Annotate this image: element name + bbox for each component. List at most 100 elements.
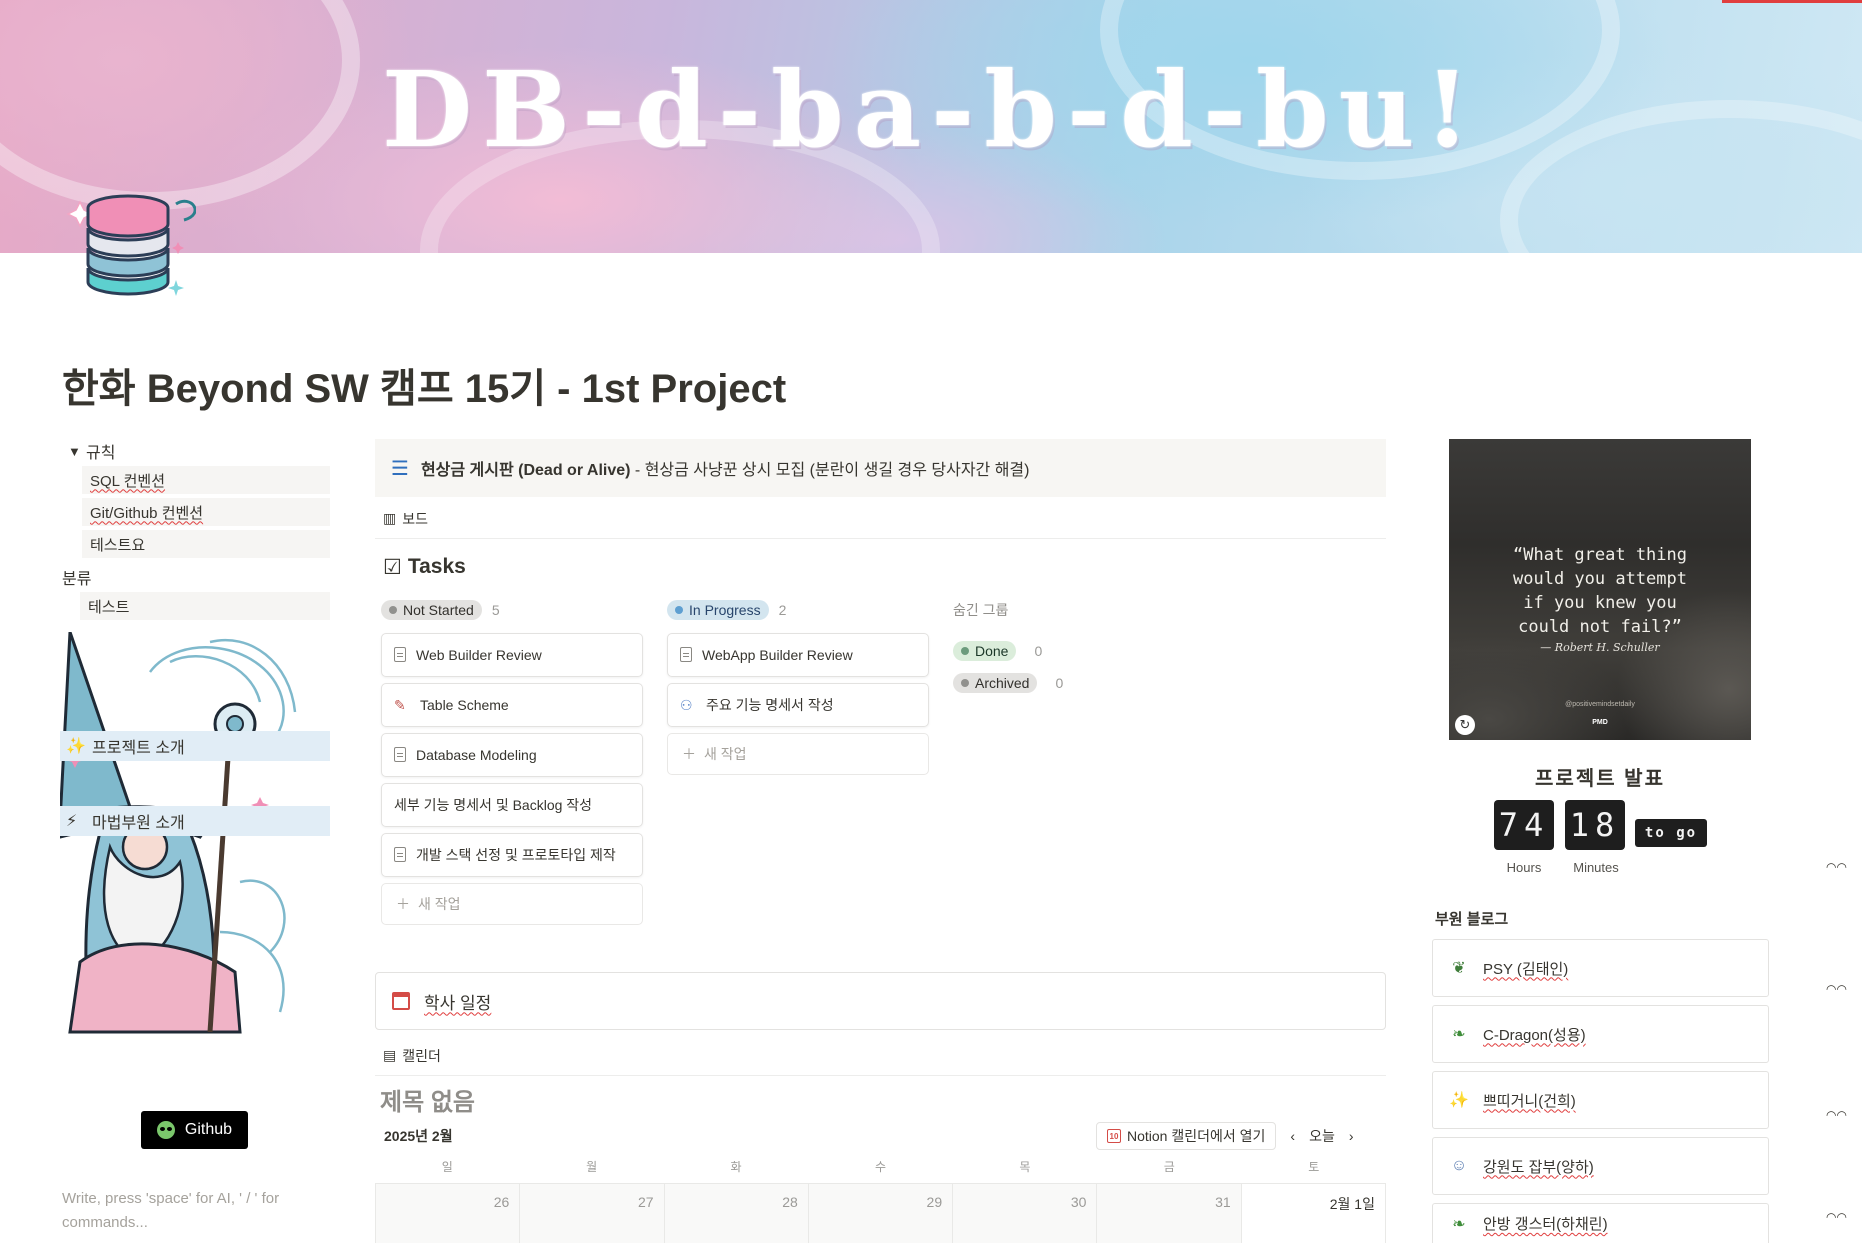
github-button-label: Github xyxy=(184,1121,233,1138)
dragon-icon: ❧ xyxy=(1452,1026,1466,1043)
refresh-icon[interactable]: ↻ xyxy=(1455,715,1475,735)
weekday-label: 월 xyxy=(586,1160,598,1174)
task-card[interactable]: Web Builder Review xyxy=(381,633,643,677)
member-blogs-heading: 부원 블로그 xyxy=(1435,911,1509,928)
calendar-day-cell[interactable]: 27 xyxy=(519,1184,664,1243)
task-card[interactable]: ⚇ 주요 기능 명세서 작성 xyxy=(667,683,929,727)
new-task-button[interactable]: ＋ 새 작업 xyxy=(381,883,643,925)
rules-item-label: 테스트요 xyxy=(90,536,146,554)
status-dot-icon xyxy=(961,647,969,655)
weekday-label: 일 xyxy=(441,1160,453,1174)
weekday-label: 화 xyxy=(730,1160,742,1174)
calendar-month: 2025년 2월 xyxy=(384,1128,453,1144)
today-button[interactable]: 오늘 xyxy=(1309,1126,1335,1146)
blog-link-psy[interactable]: ❦ PSY (김태인) xyxy=(1432,939,1769,997)
tasks-title-label: Tasks xyxy=(407,555,466,578)
blog-link-c-dragon[interactable]: ❧ C-Dragon(성용) xyxy=(1432,1005,1769,1063)
calendar-day-cell[interactable]: 2월 1일 xyxy=(1240,1184,1386,1243)
notion-calendar-icon: 10 xyxy=(1107,1129,1121,1143)
calendar-day-cell[interactable]: 29 xyxy=(807,1184,953,1243)
countdown-minutes: 18 xyxy=(1565,800,1625,850)
academic-schedule-label: 학사 일정 xyxy=(424,993,492,1013)
hidden-groups: 숨긴 그룹 Done 0 Archived 0 xyxy=(953,595,1153,925)
category-item-test[interactable]: 테스트 xyxy=(80,592,330,620)
calendar-day-cell[interactable]: 30 xyxy=(952,1184,1097,1243)
open-in-notion-calendar-button[interactable]: 10 Notion 캘린더에서 열기 xyxy=(1096,1122,1277,1150)
project-intro-label: 프로젝트 소개 xyxy=(92,740,185,757)
blog-link-label: 강원도 잡부(양하) xyxy=(1483,1158,1594,1176)
members-intro-label: 마법부원 소개 xyxy=(92,815,185,832)
academic-schedule-link[interactable]: 학사 일정 xyxy=(375,972,1386,1030)
task-card[interactable]: 개발 스택 선정 및 프로토타입 제작 xyxy=(381,833,643,877)
quote-text: “What great thing would you attempt if y… xyxy=(1449,543,1751,639)
comment-icon[interactable]: ◠◠ xyxy=(1826,1210,1848,1224)
rules-item-sql[interactable]: SQL 컨벤션 xyxy=(82,466,330,494)
quote-author: — Robert H. Schuller xyxy=(1540,641,1660,654)
task-card-title: Table Scheme xyxy=(420,697,509,713)
task-card[interactable]: ✎ Table Scheme xyxy=(381,683,643,727)
hours-label: Hours xyxy=(1506,860,1542,875)
wizard-illustration xyxy=(60,632,297,1034)
calendar-view-tab[interactable]: ▤ 캘린더 xyxy=(375,1036,1386,1076)
quote-line: would you attempt xyxy=(1513,569,1687,589)
project-intro-link[interactable]: ✨ 프로젝트 소개 xyxy=(60,731,330,761)
toggle-triangle-icon[interactable]: ▼ xyxy=(60,444,86,459)
rules-toggle[interactable]: ▼ 규칙 xyxy=(60,436,330,466)
quote-line: if you knew you xyxy=(1523,593,1677,613)
board-view-label: 보드 xyxy=(402,510,428,527)
blog-link-gangster[interactable]: ❧ 안방 갱스터(하채린) xyxy=(1432,1203,1769,1243)
tasks-db-title[interactable]: ☑ Tasks xyxy=(375,539,1386,595)
left-column: ▼ 규칙 SQL 컨벤션 Git/Github 컨벤션 테스트요 분류 테스트 xyxy=(60,436,330,624)
calendar-day-cell[interactable]: 26 xyxy=(375,1184,520,1243)
countdown-title: 프로젝트 발표 xyxy=(1535,768,1665,790)
editor-placeholder[interactable]: Write, press 'space' for AI, ' / ' for c… xyxy=(62,1187,322,1235)
calendar-grid: 26 27 28 29 30 31 2월 1일 xyxy=(375,1183,1386,1243)
task-card[interactable]: WebApp Builder Review xyxy=(667,633,929,677)
comment-icon[interactable]: ◠◠ xyxy=(1826,982,1848,996)
rules-item-label: SQL 컨벤션 xyxy=(90,472,166,490)
page-title: 한화 Beyond SW 캠프 15기 - 1st Project xyxy=(62,367,787,411)
blog-link-label: 쁘띠거니(건희) xyxy=(1483,1092,1576,1110)
bounty-title: 현상금 게시판 (Dead or Alive) - 현상금 사냥꾼 상시 모집 … xyxy=(421,456,1030,480)
board-column-in-progress: In Progress 2 WebApp Builder Review ⚇ 주요 … xyxy=(667,595,929,925)
wand-icon: ⚡ xyxy=(66,813,78,830)
rules-item-test[interactable]: 테스트요 xyxy=(82,530,330,558)
column-count: 5 xyxy=(491,602,500,618)
task-card[interactable]: Database Modeling xyxy=(381,733,643,777)
blog-link-label: PSY (김태인) xyxy=(1483,960,1569,978)
column-header[interactable]: Not Started 5 xyxy=(381,595,643,625)
rules-item-git[interactable]: Git/Github 컨벤션 xyxy=(82,498,330,526)
bounty-title-rest: - 현상금 사냥꾼 상시 모집 (분란이 생길 경우 당사자간 해결) xyxy=(630,462,1030,479)
blog-link-gangwon[interactable]: ☺ 강원도 잡부(양하) xyxy=(1432,1137,1769,1195)
task-card-title: Database Modeling xyxy=(416,747,537,763)
alien-icon xyxy=(156,1121,175,1139)
document-icon xyxy=(394,847,406,862)
blog-link-label: 안방 갱스터(하채린) xyxy=(1483,1216,1608,1233)
task-card-title: WebApp Builder Review xyxy=(702,647,853,663)
document-icon xyxy=(394,747,406,762)
status-dot-icon xyxy=(961,679,969,687)
comment-icon[interactable]: ◠◠ xyxy=(1826,860,1848,874)
blog-link-petit[interactable]: ✨ 쁘띠거니(건희) xyxy=(1432,1071,1769,1129)
members-intro-link[interactable]: ⚡ 마법부원 소개 xyxy=(60,806,330,836)
chevron-right-icon[interactable]: › xyxy=(1349,1128,1354,1144)
calendar-db-title[interactable]: 제목 없음 xyxy=(380,1082,475,1117)
cover-accent-bar xyxy=(1722,0,1862,3)
hidden-group-done[interactable]: Done 0 xyxy=(953,635,1153,667)
column-header[interactable]: In Progress 2 xyxy=(667,595,929,625)
task-card-title: Web Builder Review xyxy=(416,647,542,663)
hidden-groups-label: 숨긴 그룹 xyxy=(953,602,1009,618)
plus-icon: ＋ xyxy=(396,896,410,912)
calendar-day-cell[interactable]: 31 xyxy=(1096,1184,1241,1243)
comment-icon[interactable]: ◠◠ xyxy=(1826,1108,1848,1122)
quote-line: could not fail?” xyxy=(1518,617,1682,637)
bounty-board-link[interactable]: ☰ 현상금 게시판 (Dead or Alive) - 현상금 사냥꾼 상시 모… xyxy=(375,439,1386,497)
calendar-day-cell[interactable]: 28 xyxy=(663,1184,808,1243)
new-task-button[interactable]: ＋ 새 작업 xyxy=(667,733,929,775)
chevron-left-icon[interactable]: ‹ xyxy=(1290,1128,1295,1144)
task-card[interactable]: 세부 기능 명세서 및 Backlog 작성 xyxy=(381,783,643,827)
status-pill: In Progress xyxy=(667,600,769,620)
board-view-tab[interactable]: ▥ 보드 xyxy=(375,499,1386,539)
hidden-group-archived[interactable]: Archived 0 xyxy=(953,667,1153,699)
github-button[interactable]: Github xyxy=(141,1111,248,1149)
